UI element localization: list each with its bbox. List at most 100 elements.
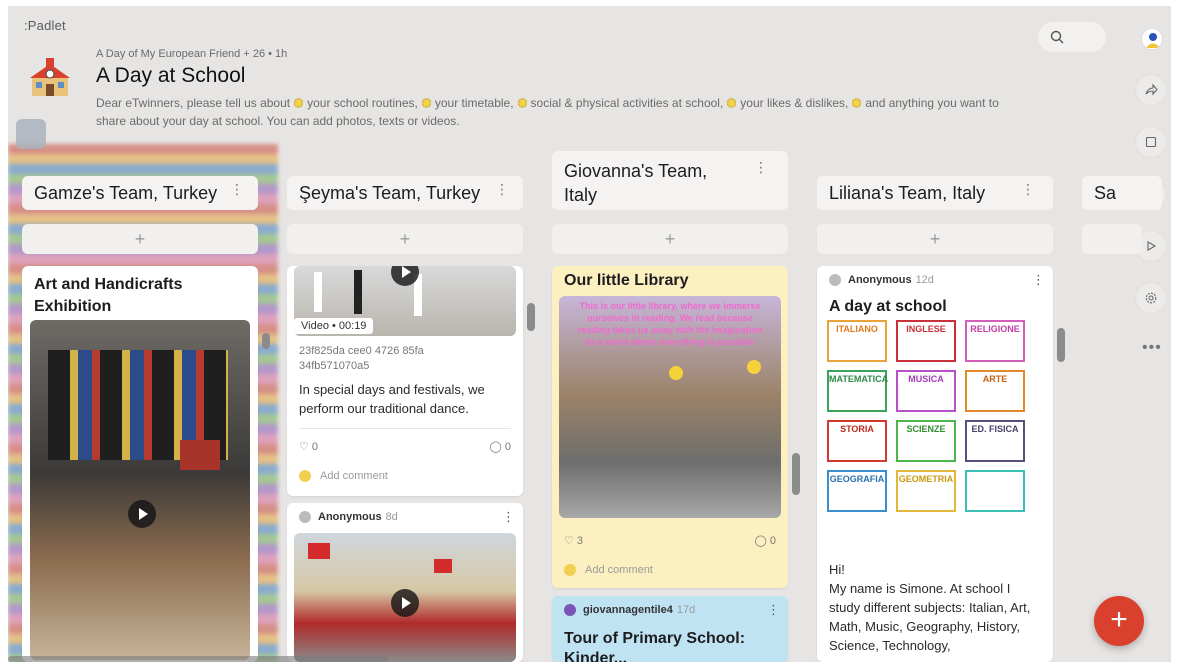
add-post-button[interactable]: +: [22, 224, 258, 254]
padlet-logo[interactable]: :Padlet: [24, 18, 66, 33]
post-menu-icon[interactable]: ⋮: [502, 509, 515, 525]
post-card[interactable]: Art and Handicrafts Exhibition: [22, 266, 258, 662]
share-button[interactable]: [1135, 74, 1167, 106]
post-menu-icon[interactable]: ⋮: [767, 602, 780, 618]
post-video-thumbnail[interactable]: [294, 533, 516, 662]
search-button[interactable]: [1038, 22, 1106, 52]
column-menu-icon[interactable]: ⋮: [230, 181, 244, 198]
horizontal-scrollbar[interactable]: [8, 656, 388, 662]
column-liliana-team: Liliana's Team, Italy ⋮: [817, 151, 1053, 211]
add-comment-row[interactable]: Add comment: [299, 470, 388, 482]
post-card[interactable]: Anonymous 12d ⋮ A day at school ITALIANO…: [817, 266, 1053, 662]
avatar-icon: [1146, 33, 1160, 48]
comment-count[interactable]: ◯ 0: [755, 534, 777, 547]
subject-label: INGLESE: [896, 320, 956, 362]
padlet-board: :Padlet A Day of My European Friend + 26…: [8, 6, 1171, 662]
post-card[interactable]: Our little Library This is our little li…: [552, 266, 788, 588]
settings-button[interactable]: [1135, 282, 1167, 314]
subject-label: STORIA: [827, 420, 887, 462]
board-description: Dear eTwinners, please tell us about your…: [96, 96, 999, 128]
sparkle-icon: [852, 98, 862, 108]
column-scrollbar[interactable]: [1057, 328, 1065, 362]
column-header: Şeyma's Team, Turkey ⋮: [287, 151, 523, 211]
subject-label: ITALIANO: [827, 320, 887, 362]
post-body: In special days and festivals, we perfor…: [299, 382, 485, 416]
board-title: A Day at School: [96, 64, 246, 87]
bolt-badge-icon: [16, 119, 46, 149]
column-header: Giovanna's Team, Italy ⋮: [552, 151, 788, 211]
column-scrollbar[interactable]: [262, 333, 270, 349]
play-video-icon[interactable]: [128, 500, 156, 528]
sparkle-icon: [421, 98, 431, 108]
column-title[interactable]: Şeyma's Team, Turkey: [299, 183, 480, 204]
play-icon: [1147, 241, 1157, 251]
column-title[interactable]: Liliana's Team, Italy: [829, 183, 985, 204]
like-button[interactable]: ♡ 3: [564, 534, 583, 547]
column-header: Liliana's Team, Italy ⋮: [817, 151, 1053, 211]
column-menu-icon[interactable]: ⋮: [1021, 181, 1035, 198]
post-title: Art and Handicrafts Exhibition: [34, 276, 183, 315]
subject-label: [965, 470, 1025, 512]
column-title[interactable]: Sa: [1094, 183, 1116, 204]
reaction-row: ♡ 3 ◯ 0: [564, 534, 776, 547]
user-avatar[interactable]: [1141, 28, 1163, 50]
post-card[interactable]: Video • 00:19 23f825da cee0 4726 85fa 34…: [287, 266, 523, 496]
subject-label: GEOMETRIA: [896, 470, 956, 512]
subject-label: ED. FISICA: [965, 420, 1025, 462]
post-menu-icon[interactable]: ⋮: [1032, 272, 1045, 288]
add-comment-row[interactable]: Add comment: [564, 564, 653, 576]
sparkle-icon: [727, 98, 737, 108]
more-options-button[interactable]: •••: [1142, 339, 1162, 357]
post-author: Anonymous 12d: [829, 274, 934, 286]
subjects-image[interactable]: ITALIANO INGLESE RELIGIONE MATEMATICA MU…: [827, 320, 1027, 512]
post-author: giovannagentile4 17d: [564, 604, 695, 616]
column-menu-icon[interactable]: ⋮: [754, 159, 768, 176]
add-post-button[interactable]: +: [287, 224, 523, 254]
sparkle-icon: [294, 98, 304, 108]
column-partial: Sa: [1082, 151, 1162, 211]
post-image[interactable]: This is our little library, where we imm…: [559, 296, 781, 518]
board-meta: A Day of My European Friend + 26 • 1h: [96, 48, 288, 60]
image-caption: This is our little library, where we imm…: [577, 301, 763, 347]
search-icon: [1050, 30, 1064, 44]
share-icon: [1145, 83, 1158, 96]
anonymous-avatar-icon: [299, 511, 311, 523]
commenter-avatar-icon: [299, 470, 311, 482]
commenter-avatar-icon: [564, 564, 576, 576]
post-title-continued: Kinder...: [564, 650, 628, 662]
post-card[interactable]: giovannagentile4 17d ⋮ Tour of Primary S…: [552, 596, 788, 662]
post-title: Our little Library: [564, 272, 689, 289]
play-video-icon[interactable]: [391, 589, 419, 617]
add-post-button[interactable]: [1082, 224, 1142, 254]
post-title: A day at school: [829, 298, 947, 315]
like-button[interactable]: ♡ 0: [299, 440, 318, 453]
gear-icon: [1145, 292, 1157, 304]
column-scrollbar[interactable]: [527, 303, 535, 331]
attachment-filename: 23f825da cee0 4726 85fa 34fb571070a5: [299, 345, 424, 372]
subject-label: MUSICA: [896, 370, 956, 412]
subject-label: GEOGRAFIA: [827, 470, 887, 512]
post-title: Tour of Primary School:: [564, 630, 746, 647]
subject-label: MATEMATICA: [827, 370, 888, 412]
column-menu-icon[interactable]: ⋮: [495, 181, 509, 198]
add-post-button[interactable]: +: [817, 224, 1053, 254]
column-header: Gamze's Team, Turkey ⋮: [22, 151, 258, 211]
sparkle-icon: [517, 98, 527, 108]
post-video-thumbnail[interactable]: [30, 320, 250, 660]
column-seyma-team: Şeyma's Team, Turkey ⋮: [287, 151, 523, 211]
comment-count[interactable]: ◯ 0: [490, 440, 512, 453]
subject-label: ARTE: [965, 370, 1025, 412]
reaction-row: ♡ 0 ◯ 0: [299, 440, 511, 453]
video-duration: Video • 00:19: [294, 318, 374, 334]
column-header: Sa: [1082, 151, 1162, 211]
column-scrollbar[interactable]: [792, 453, 800, 495]
add-post-fab-button[interactable]: +: [1094, 596, 1144, 646]
subject-label: RELIGIONE: [965, 320, 1025, 362]
column-title[interactable]: Gamze's Team, Turkey: [34, 183, 217, 204]
column-title[interactable]: Giovanna's Team, Italy: [564, 159, 744, 207]
window: :Padlet A Day of My European Friend + 26…: [0, 0, 1179, 668]
subject-label: SCIENZE: [896, 420, 956, 462]
user-avatar-icon: [564, 604, 576, 616]
add-post-button[interactable]: +: [552, 224, 788, 254]
post-card[interactable]: Anonymous 8d ⋮: [287, 503, 523, 662]
